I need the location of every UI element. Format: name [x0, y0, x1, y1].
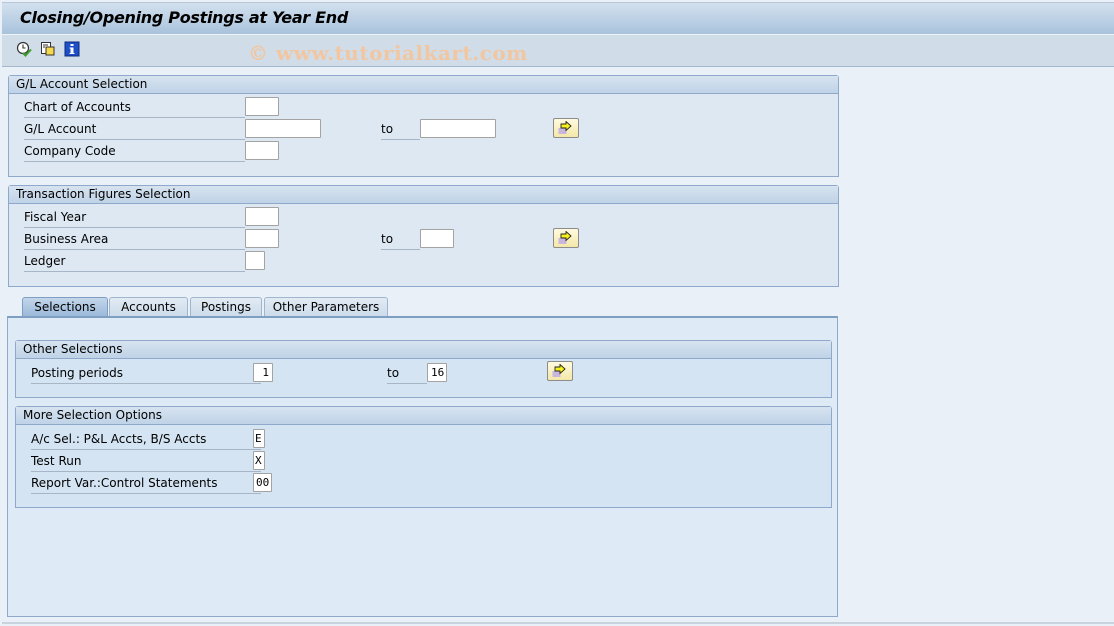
- company-code-label: Company Code: [24, 141, 245, 162]
- gl-account-from-input[interactable]: [245, 119, 321, 138]
- more-selection-options-group: More Selection Options A/c Sel.: P&L Acc…: [15, 406, 832, 508]
- tab-accounts[interactable]: Accounts: [109, 297, 188, 317]
- gl-account-to-label: to: [381, 119, 420, 140]
- bottom-border: [2, 622, 1114, 624]
- business-area-to-label: to: [381, 229, 420, 250]
- chart-of-accounts-input[interactable]: [245, 97, 279, 116]
- group-title: Other Selections: [16, 341, 831, 359]
- gl-account-to-input[interactable]: [420, 119, 496, 138]
- business-area-multiple-selection-button[interactable]: [553, 228, 579, 248]
- get-variant-icon[interactable]: [40, 41, 56, 57]
- account-selection-input[interactable]: E: [253, 429, 265, 448]
- title-bar: Closing/Opening Postings at Year End: [2, 2, 1114, 34]
- tab-postings[interactable]: Postings: [190, 297, 262, 317]
- test-run-label: Test Run: [31, 451, 261, 472]
- group-title: More Selection Options: [16, 407, 831, 425]
- posting-periods-multiple-selection-button[interactable]: [547, 361, 573, 381]
- gl-account-selection-group: G/L Account Selection Chart of Accounts …: [8, 75, 839, 177]
- fiscal-year-label: Fiscal Year: [24, 207, 245, 228]
- report-variant-label: Report Var.:Control Statements: [31, 473, 261, 494]
- transaction-figures-selection-group: Transaction Figures Selection Fiscal Yea…: [8, 185, 839, 287]
- posting-periods-label: Posting periods: [31, 363, 261, 384]
- business-area-from-input[interactable]: [245, 229, 279, 248]
- page-title: Closing/Opening Postings at Year End: [20, 8, 349, 27]
- group-title: Transaction Figures Selection: [9, 186, 838, 204]
- multiple-selection-arrow-icon: [558, 231, 572, 244]
- ledger-input[interactable]: [245, 251, 265, 270]
- application-toolbar: © www.tutorialkart.com: [2, 34, 1114, 67]
- business-area-label: Business Area: [24, 229, 245, 250]
- execute-icon[interactable]: [16, 41, 32, 57]
- test-run-input[interactable]: X: [253, 451, 265, 470]
- tab-other-parameters[interactable]: Other Parameters: [264, 297, 388, 317]
- report-variant-input[interactable]: 00: [253, 473, 272, 492]
- gl-account-multiple-selection-button[interactable]: [553, 118, 579, 138]
- tab-content-selections: Other Selections Posting periods 1 to 16…: [7, 316, 838, 617]
- chart-of-accounts-label: Chart of Accounts: [24, 97, 245, 118]
- posting-periods-from-input[interactable]: 1: [253, 363, 273, 382]
- multiple-selection-arrow-icon: [558, 121, 572, 134]
- tab-strip: Selections Accounts Postings Other Param…: [8, 297, 839, 317]
- posting-periods-to-label: to: [387, 363, 427, 384]
- other-selections-group: Other Selections Posting periods 1 to 16: [15, 340, 832, 398]
- company-code-input[interactable]: [245, 141, 279, 160]
- account-selection-label: A/c Sel.: P&L Accts, B/S Accts: [31, 429, 261, 450]
- info-icon[interactable]: [64, 41, 80, 57]
- multiple-selection-arrow-icon: [552, 364, 566, 377]
- tab-selections[interactable]: Selections: [22, 297, 108, 317]
- group-title: G/L Account Selection: [9, 76, 838, 94]
- posting-periods-to-input[interactable]: 16: [427, 363, 447, 382]
- gl-account-label: G/L Account: [24, 119, 245, 140]
- watermark: © www.tutorialkart.com: [248, 41, 528, 65]
- business-area-to-input[interactable]: [420, 229, 454, 248]
- fiscal-year-input[interactable]: [245, 207, 279, 226]
- ledger-label: Ledger: [24, 251, 245, 272]
